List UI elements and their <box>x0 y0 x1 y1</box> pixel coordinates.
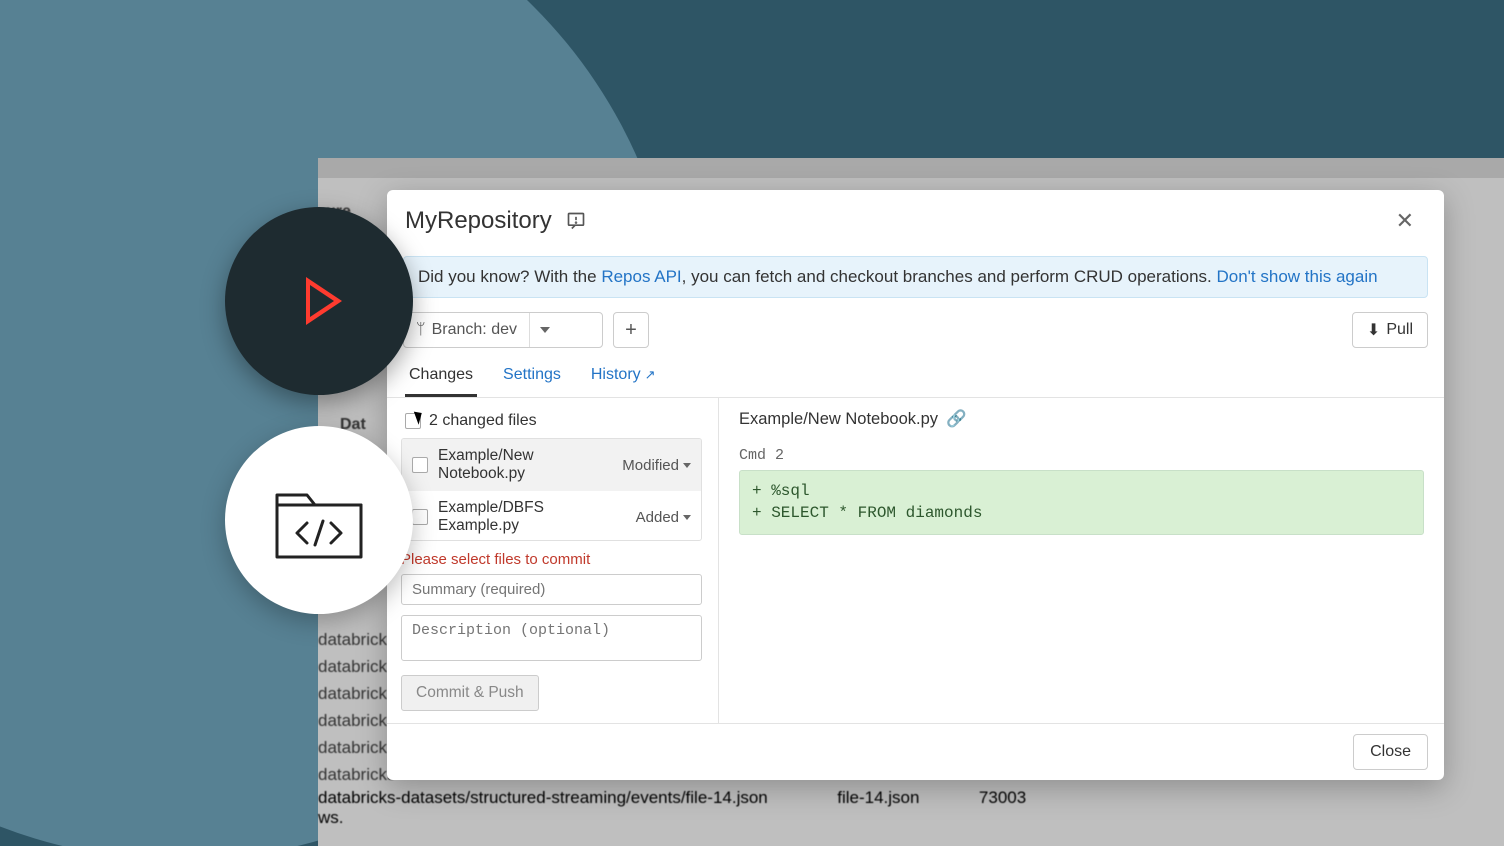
branch-selector[interactable]: ᛘ Branch: dev <box>403 312 603 348</box>
tab-history[interactable]: History↗ <box>587 360 660 397</box>
file-checkbox[interactable] <box>412 457 428 473</box>
commit-warning: Please select files to commit <box>401 551 718 568</box>
play-overlay-icon[interactable] <box>225 207 413 395</box>
new-branch-button[interactable]: + <box>613 312 649 348</box>
file-row[interactable]: Example/New Notebook.py Modified <box>402 439 701 491</box>
file-checkbox[interactable] <box>412 509 428 525</box>
chevron-down-icon[interactable] <box>529 313 559 347</box>
git-repo-dialog: MyRepository ✕ Did you know? With the Re… <box>387 190 1444 780</box>
branch-label: Branch: dev <box>432 321 517 339</box>
file-path: Example/New Notebook.py <box>438 447 612 483</box>
pull-button[interactable]: ⬇ Pull <box>1352 312 1428 348</box>
changes-pane: 2 changed files Example/New Notebook.py … <box>387 398 719 723</box>
pull-label: Pull <box>1386 321 1413 339</box>
feedback-icon[interactable] <box>566 211 586 231</box>
banner-text-prefix: Did you know? With the <box>418 267 601 286</box>
branch-icon: ᛘ <box>416 321 426 339</box>
close-button[interactable]: Close <box>1353 734 1428 770</box>
diff-file-title: Example/New Notebook.py <box>739 410 938 429</box>
commit-push-button[interactable]: Commit & Push <box>401 675 539 711</box>
diff-added-block: + %sql + SELECT * FROM diamonds <box>739 470 1424 535</box>
diff-pane: Example/New Notebook.py 🔗 Cmd 2 + %sql +… <box>719 398 1444 723</box>
repos-api-link[interactable]: Repos API <box>601 267 681 286</box>
tab-bar: Changes Settings History↗ <box>387 360 1444 398</box>
file-status-dropdown[interactable]: Modified <box>622 457 691 474</box>
dialog-footer: Close <box>387 723 1444 780</box>
tab-changes[interactable]: Changes <box>405 360 477 397</box>
commit-description-input[interactable] <box>401 615 702 661</box>
bg-table-row: databricks-datasets/structured-streaming… <box>318 788 1026 828</box>
branch-toolbar: ᛘ Branch: dev + ⬇ Pull <box>387 308 1444 356</box>
close-icon[interactable]: ✕ <box>1388 204 1422 238</box>
tab-settings[interactable]: Settings <box>499 360 565 397</box>
info-banner: Did you know? With the Repos API, you ca… <box>403 256 1428 298</box>
external-link-icon: ↗ <box>645 367 656 382</box>
file-row[interactable]: Example/DBFS Example.py Added <box>402 491 701 541</box>
dialog-header: MyRepository ✕ <box>387 190 1444 248</box>
link-icon[interactable]: 🔗 <box>946 410 967 429</box>
dialog-title: MyRepository <box>405 207 552 235</box>
banner-text-mid: , you can fetch and checkout branches an… <box>682 267 1217 286</box>
commit-summary-input[interactable] <box>401 574 702 605</box>
file-status-dropdown[interactable]: Added <box>636 509 691 526</box>
file-path: Example/DBFS Example.py <box>438 499 626 535</box>
diff-cell-label: Cmd 2 <box>739 447 1424 464</box>
select-all-checkbox[interactable] <box>405 413 421 429</box>
dismiss-banner-link[interactable]: Don't show this again <box>1217 267 1378 286</box>
changed-files-count: 2 changed files <box>429 412 537 430</box>
code-folder-overlay-icon <box>225 426 413 614</box>
download-icon: ⬇ <box>1367 320 1380 340</box>
changed-file-list: Example/New Notebook.py Modified Example… <box>401 438 702 541</box>
cursor-icon <box>414 409 425 425</box>
